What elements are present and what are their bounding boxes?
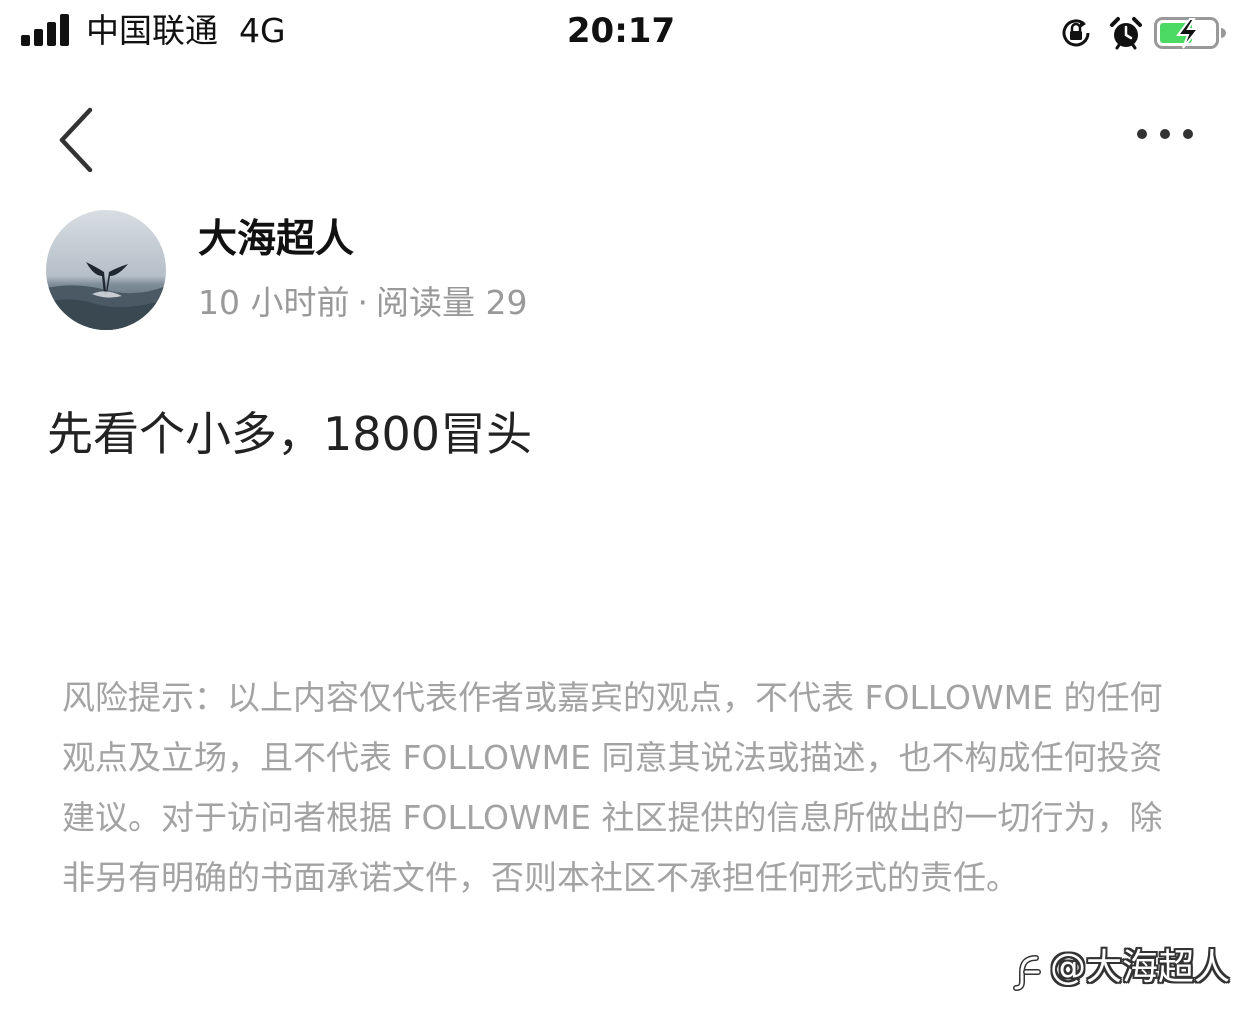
author-header: 大海超人 10 小时前 · 阅读量 29 [46, 210, 746, 340]
clock: 20:17 [566, 11, 676, 51]
avatar[interactable] [46, 210, 166, 330]
carrier-name: 中国联通 [86, 11, 218, 50]
network-type: 4G [238, 11, 286, 50]
whale-tail-image [46, 210, 166, 330]
alarm-icon [1110, 17, 1142, 50]
meta-separator: · [357, 283, 368, 322]
post-content: 先看个小多，1800冒头 [47, 407, 533, 461]
author-name[interactable]: 大海超人 [198, 210, 354, 270]
post-meta: 10 小时前 · 阅读量 29 [198, 278, 527, 328]
carrier-network: 中国联通 4G [86, 8, 286, 54]
status-bar: 中国联通 4G 20:17 [0, 0, 1242, 64]
read-count: 阅读量 29 [375, 283, 528, 322]
weibo-logo-icon [1013, 955, 1041, 991]
battery-charging-icon [1154, 17, 1226, 49]
post-time: 10 小时前 [198, 283, 350, 322]
nav-bar [0, 90, 1242, 180]
risk-disclaimer: 风险提示：以上内容仅代表作者或嘉宾的观点，不代表 FOLLOWME 的任何观点及… [62, 678, 1163, 897]
chevron-left-icon[interactable] [50, 102, 110, 172]
rotation-lock-icon [1062, 19, 1090, 47]
signal-strength-icon [21, 14, 73, 46]
watermark-text: @大海超人 [1050, 947, 1231, 988]
more-horizontal-icon[interactable] [1126, 112, 1206, 152]
watermark: @大海超人 [1008, 938, 1238, 998]
